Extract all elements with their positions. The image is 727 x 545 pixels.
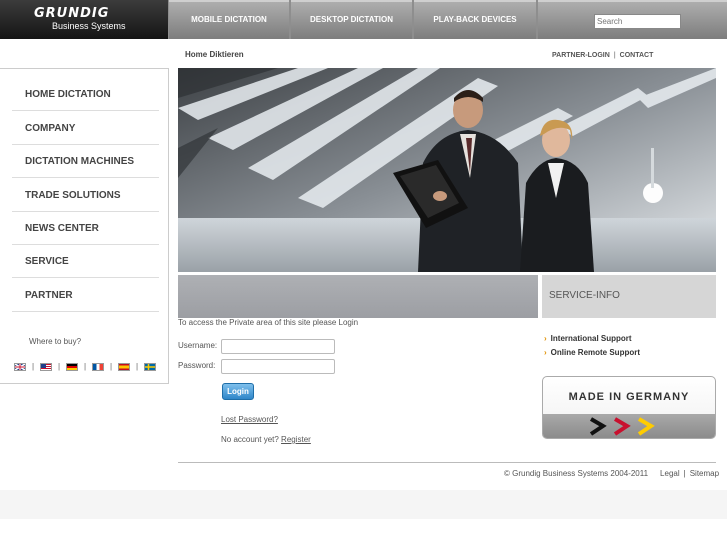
sidebar-item-home-dictation[interactable]: HOME DICTATION (12, 78, 159, 111)
bottom-band (0, 490, 727, 519)
breadcrumb: Home Diktieren (185, 50, 244, 59)
sidebar-item-news-center[interactable]: NEWS CENTER (12, 212, 159, 245)
logo-brand: GRUNDIG (34, 6, 110, 21)
register-link[interactable]: Register (281, 435, 311, 444)
sidebar-item-trade-solutions[interactable]: TRADE SOLUTIONS (12, 179, 159, 212)
top-links-separator: | (613, 52, 616, 59)
hero-image (178, 68, 716, 272)
partner-login-link[interactable]: PARTNER-LOGIN (552, 52, 610, 59)
login-button[interactable]: Login (222, 383, 254, 400)
arrows-icon (589, 417, 655, 436)
footer: © Grundig Business Systems 2004-2011 Lega… (504, 469, 719, 478)
online-remote-support-label: Online Remote Support (550, 348, 641, 357)
password-field[interactable] (221, 359, 335, 374)
username-label: Username: (178, 341, 218, 350)
tab-desktop-dictation[interactable]: DESKTOP DICTATION (291, 0, 412, 39)
country-flags: | | | | | (14, 362, 156, 372)
login-form: To access the Private area of this site … (178, 318, 538, 456)
sitemap-link[interactable]: Sitemap (690, 469, 719, 478)
flag-spain-icon[interactable] (118, 362, 130, 371)
service-info-header: SERVICE-INFO (542, 275, 716, 318)
legal-link[interactable]: Legal (660, 469, 680, 478)
flag-separator: | (109, 362, 113, 372)
flag-separator: | (57, 362, 61, 372)
search-area (538, 0, 727, 39)
grundig-logo[interactable]: GRUNDIG Business Systems (0, 0, 168, 39)
logo-subtitle: Business Systems (52, 21, 126, 31)
login-intro-text: To access the Private area of this site … (178, 318, 359, 327)
copyright-text: © Grundig Business Systems 2004-2011 (504, 469, 649, 478)
lost-password-link[interactable]: Lost Password? (221, 415, 278, 424)
flag-us-icon[interactable] (40, 362, 52, 371)
sidebar-item-partner[interactable]: PARTNER (12, 279, 159, 312)
sidebar-item-dictation-machines[interactable]: DICTATION MACHINES (12, 145, 159, 178)
username-field[interactable] (221, 339, 335, 354)
flag-germany-icon[interactable] (66, 362, 78, 371)
tab-play-back-devices[interactable]: PLAY-BACK DEVICES (414, 0, 536, 39)
password-label: Password: (178, 361, 216, 370)
sidebar-item-service[interactable]: SERVICE (12, 245, 159, 278)
made-in-germany-badge[interactable]: MADE IN GERMANY (542, 376, 716, 439)
contact-link[interactable]: CONTACT (620, 52, 654, 59)
international-support-label: International Support (550, 334, 632, 343)
search-input[interactable] (594, 14, 681, 29)
content-header-band (178, 275, 538, 318)
service-info-title: SERVICE-INFO (549, 290, 620, 301)
flag-uk-icon[interactable] (14, 362, 26, 371)
chevron-right-icon: › (544, 334, 547, 343)
no-account-label: No account yet? (221, 435, 279, 444)
made-in-germany-text: MADE IN GERMANY (568, 391, 690, 403)
footer-separator: | (683, 469, 686, 478)
no-account-text: No account yet? Register (221, 435, 311, 444)
flag-sweden-icon[interactable] (144, 362, 156, 371)
flag-separator: | (31, 362, 35, 372)
flag-separator: | (83, 362, 87, 372)
sidebar: HOME DICTATION COMPANY DICTATION MACHINE… (0, 68, 169, 384)
sidebar-item-company[interactable]: COMPANY (12, 112, 159, 145)
tab-mobile-dictation[interactable]: MOBILE DICTATION (169, 0, 289, 39)
business-people-photo (178, 68, 716, 272)
chevron-right-icon: › (544, 348, 547, 357)
footer-divider (178, 462, 716, 463)
top-links: PARTNER-LOGIN | CONTACT (552, 52, 653, 59)
badge-strip (543, 414, 715, 438)
where-to-buy-label: Where to buy? (29, 337, 82, 346)
flag-france-icon[interactable] (92, 362, 104, 371)
international-support-link[interactable]: › International Support (544, 332, 640, 346)
online-remote-support-link[interactable]: › Online Remote Support (544, 346, 640, 360)
flag-separator: | (135, 362, 139, 372)
service-links: › International Support › Online Remote Su… (544, 332, 640, 360)
